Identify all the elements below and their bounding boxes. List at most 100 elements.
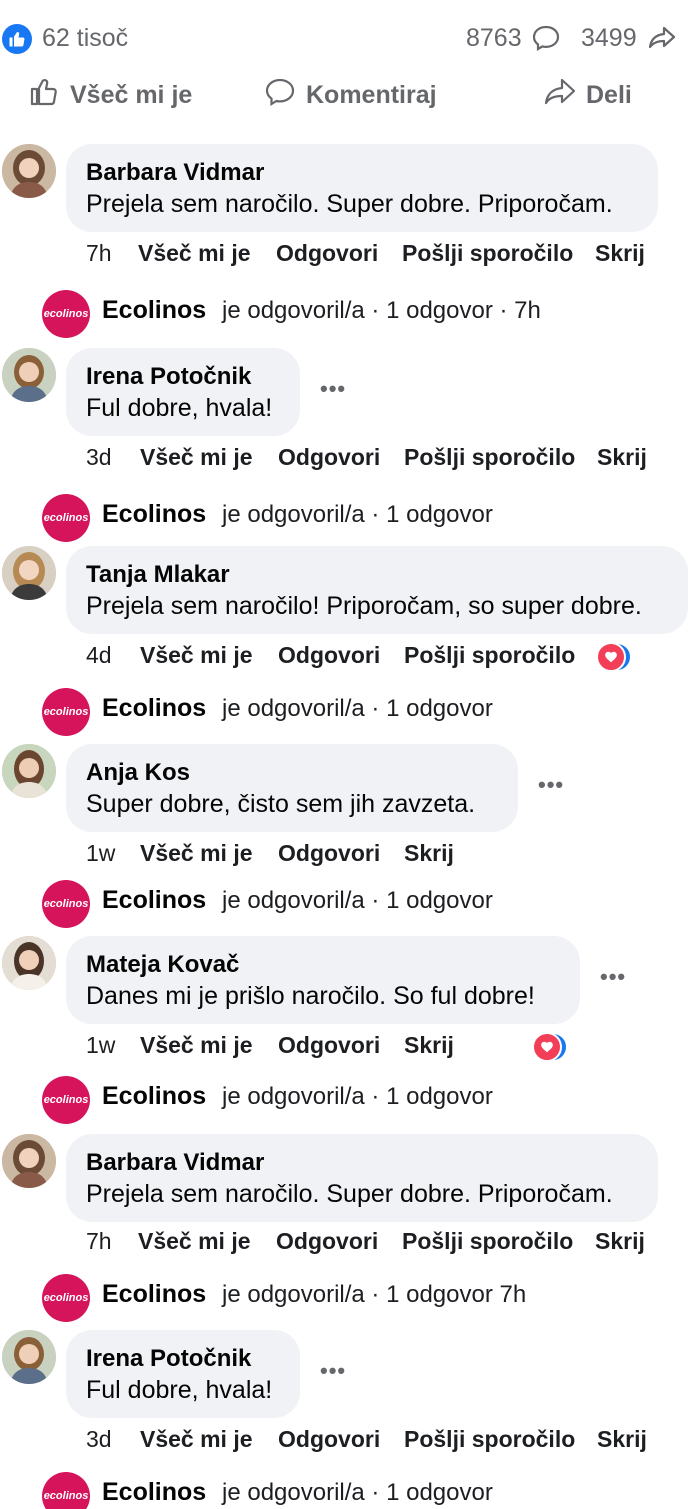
comment-like-link[interactable]: Všeč mi je	[138, 1228, 251, 1255]
comment-reply-link[interactable]: Odgovori	[276, 240, 378, 267]
page-logo[interactable]: ecolinos	[42, 290, 90, 338]
page-reply-name[interactable]: Ecolinos	[102, 694, 206, 723]
comment-author[interactable]: Irena Potočnik	[86, 1344, 280, 1374]
comment-bubble: Irena Potočnik Ful dobre, hvala!	[66, 348, 300, 436]
share-icon	[544, 77, 576, 114]
comment-time[interactable]: 1w	[86, 840, 115, 867]
comment-like-link[interactable]: Všeč mi je	[138, 240, 251, 267]
page-reply-text[interactable]: je odgovoril/a · 1 odgovor 7h	[222, 1281, 526, 1309]
comment-author[interactable]: Mateja Kovač	[86, 950, 560, 980]
comment-bubble: Barbara Vidmar Prejela sem naročilo. Sup…	[66, 144, 658, 232]
avatar[interactable]	[2, 1330, 56, 1384]
comment-hide-link[interactable]: Skrij	[595, 1228, 645, 1255]
comment-bubble-icon	[532, 25, 560, 56]
comment-actions: 4d Všeč mi je Odgovori Pošlji sporočilo …	[86, 642, 686, 672]
share-button-label: Deli	[586, 80, 632, 109]
comment-like-link[interactable]: Všeč mi je	[140, 1032, 253, 1059]
avatar[interactable]	[2, 348, 56, 402]
comment-reply-link[interactable]: Odgovori	[278, 444, 380, 471]
page-logo[interactable]: ecolinos	[42, 1076, 90, 1124]
comment-button-label: Komentiraj	[306, 80, 437, 109]
comment-bubble: Irena Potočnik Ful dobre, hvala!	[66, 1330, 300, 1418]
more-options-icon[interactable]: •••	[320, 1358, 346, 1384]
comment-icon	[264, 76, 296, 115]
comment-text: Prejela sem naročilo. Super dobre. Pripo…	[86, 1180, 613, 1208]
avatar[interactable]	[2, 144, 56, 198]
comment-reply-link[interactable]: Odgovori	[278, 840, 380, 867]
comment-message-link[interactable]: Pošlji sporočilo	[402, 1228, 573, 1255]
comment-text: Prejela sem naročilo. Super dobre. Pripo…	[86, 190, 613, 218]
comment-like-link[interactable]: Všeč mi je	[140, 444, 253, 471]
love-reaction-icon	[596, 642, 626, 672]
page-reply-name[interactable]: Ecolinos	[102, 1478, 206, 1507]
comment-like-link[interactable]: Všeč mi je	[140, 642, 253, 669]
comment-bubble: Barbara Vidmar Prejela sem naročilo. Sup…	[66, 1134, 658, 1222]
page-reply-name[interactable]: Ecolinos	[102, 1082, 206, 1111]
comment-hide-link[interactable]: Skrij	[597, 444, 647, 471]
comment-text: Danes mi je prišlo naročilo. So ful dobr…	[86, 982, 535, 1010]
comment-message-link[interactable]: Pošlji sporočilo	[404, 444, 575, 471]
like-count[interactable]: 62 tisoč	[42, 24, 128, 52]
page-logo[interactable]: ecolinos	[42, 1472, 90, 1509]
share-count[interactable]: 3499	[581, 24, 637, 52]
comment-hide-link[interactable]: Skrij	[595, 240, 645, 267]
comment-author[interactable]: Irena Potočnik	[86, 362, 280, 392]
thumbs-up-icon	[28, 76, 60, 115]
page-reply-text[interactable]: je odgovoril/a · 1 odgovor	[222, 887, 493, 915]
avatar[interactable]	[2, 546, 56, 600]
more-options-icon[interactable]: •••	[320, 376, 346, 402]
page-reply-name[interactable]: Ecolinos	[102, 1280, 206, 1309]
comment-reply-link[interactable]: Odgovori	[276, 1228, 378, 1255]
comment-text: Ful dobre, hvala!	[86, 1376, 273, 1404]
more-options-icon[interactable]: •••	[538, 772, 564, 798]
comment-reply-link[interactable]: Odgovori	[278, 1426, 380, 1453]
comment-bubble: Mateja Kovač Danes mi je prišlo naročilo…	[66, 936, 580, 1024]
comment-message-link[interactable]: Pošlji sporočilo	[404, 642, 575, 669]
avatar[interactable]	[2, 936, 56, 990]
comment-text: Prejela sem naročilo! Priporočam, so sup…	[86, 592, 642, 620]
comment-message-link[interactable]: Pošlji sporočilo	[402, 240, 573, 267]
comment-bubble: Anja Kos Super dobre, čisto sem jih zavz…	[66, 744, 518, 832]
like-button[interactable]: Všeč mi je	[28, 74, 192, 116]
comment-hide-link[interactable]: Skrij	[404, 840, 454, 867]
comment-count[interactable]: 8763	[466, 24, 522, 52]
comment-time[interactable]: 7h	[86, 240, 112, 267]
page-reply-name[interactable]: Ecolinos	[102, 886, 206, 915]
comment-time[interactable]: 4d	[86, 642, 112, 669]
more-options-icon[interactable]: •••	[600, 964, 626, 990]
comment-reply-link[interactable]: Odgovori	[278, 642, 380, 669]
page-reply-text[interactable]: je odgovoril/a · 1 odgovor · 7h	[222, 297, 541, 325]
like-button-label: Všeč mi je	[70, 80, 193, 109]
avatar[interactable]	[2, 744, 56, 798]
comment-hide-link[interactable]: Skrij	[404, 1032, 454, 1059]
avatar[interactable]	[2, 1134, 56, 1188]
comment-text: Super dobre, čisto sem jih zavzeta.	[86, 790, 476, 818]
page-reply-name[interactable]: Ecolinos	[102, 296, 206, 325]
comment-time[interactable]: 1w	[86, 1032, 115, 1059]
page-logo[interactable]: ecolinos	[42, 1274, 90, 1322]
page-logo[interactable]: ecolinos	[42, 880, 90, 928]
comment-author[interactable]: Barbara Vidmar	[86, 1148, 638, 1178]
page-logo[interactable]: ecolinos	[42, 494, 90, 542]
page-reply-text[interactable]: je odgovoril/a · 1 odgovor	[222, 501, 493, 529]
page-reply-text[interactable]: je odgovoril/a · 1 odgovor	[222, 695, 493, 723]
page-reply-text[interactable]: je odgovoril/a · 1 odgovor	[222, 1083, 493, 1111]
comment-time[interactable]: 7h	[86, 1228, 112, 1255]
comment-time[interactable]: 3d	[86, 444, 112, 471]
comment-message-link[interactable]: Pošlji sporočilo	[404, 1426, 575, 1453]
comment-author[interactable]: Tanja Mlakar	[86, 560, 668, 590]
comment-author[interactable]: Barbara Vidmar	[86, 158, 638, 188]
page-reply-text[interactable]: je odgovoril/a · 1 odgovor	[222, 1479, 493, 1507]
page-reply-name[interactable]: Ecolinos	[102, 500, 206, 529]
comment-reply-link[interactable]: Odgovori	[278, 1032, 380, 1059]
page-logo[interactable]: ecolinos	[42, 688, 90, 736]
share-button[interactable]: Deli	[544, 74, 632, 116]
comment-author[interactable]: Anja Kos	[86, 758, 498, 788]
comment-hide-link[interactable]: Skrij	[597, 1426, 647, 1453]
like-reaction-icon[interactable]	[2, 24, 32, 54]
comment-time[interactable]: 3d	[86, 1426, 112, 1453]
post-stats: 62 tisoč 8763 3499	[0, 20, 688, 56]
comment-like-link[interactable]: Všeč mi je	[140, 1426, 253, 1453]
comment-like-link[interactable]: Všeč mi je	[140, 840, 253, 867]
comment-button[interactable]: Komentiraj	[264, 74, 437, 116]
